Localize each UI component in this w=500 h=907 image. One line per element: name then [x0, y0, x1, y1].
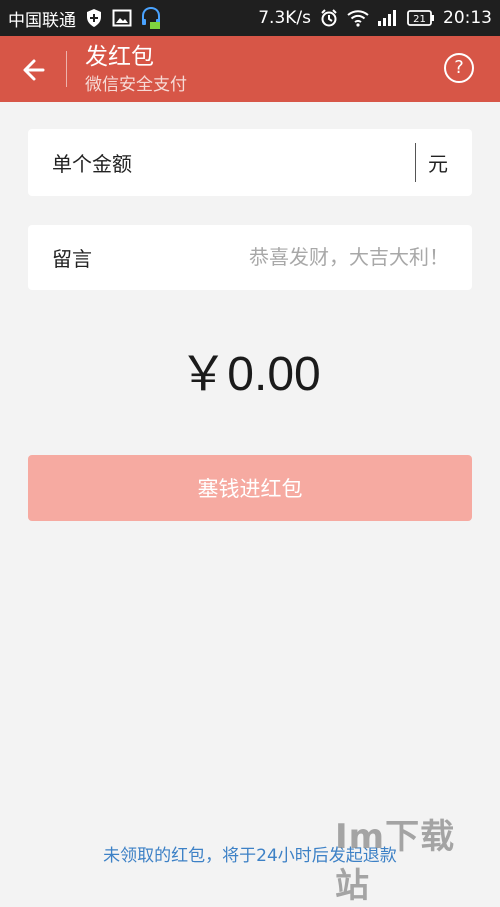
message-input[interactable] — [138, 236, 451, 278]
wifi-icon — [347, 9, 369, 27]
amount-unit-label: 元 — [428, 152, 448, 176]
amount-label: 单个金额 — [52, 152, 132, 176]
image-icon — [112, 9, 132, 27]
shield-icon — [84, 8, 104, 28]
watermark-text: Im下载站 — [335, 817, 456, 906]
submit-red-packet-button[interactable]: 塞钱进红包 — [28, 455, 472, 521]
message-label: 留言 — [52, 247, 92, 271]
headset-icon — [140, 6, 162, 30]
battery-level: 21 — [413, 14, 426, 25]
page-subtitle: 微信安全支付 — [85, 75, 187, 95]
status-left-group: 中国联通 — [8, 6, 162, 31]
network-speed: 7.3K/s — [258, 8, 311, 28]
signal-icon — [377, 9, 399, 27]
arrow-left-icon — [23, 59, 45, 81]
help-circle-icon: ? — [454, 57, 464, 78]
amount-card: 单个金额 元 — [28, 129, 472, 196]
message-card: 留言 — [28, 225, 472, 290]
battery-icon: 21 — [407, 9, 435, 27]
alarm-clock-icon — [319, 8, 339, 28]
page-title: 发红包 — [85, 44, 154, 70]
watermark-logo: Im下载站 — [335, 817, 490, 906]
total-amount-display: ￥0.00 — [179, 348, 321, 401]
amount-divider — [415, 143, 416, 182]
status-bar: 中国联通 7.3K/s 21 20:13 — [0, 0, 500, 36]
back-button[interactable] — [18, 54, 50, 86]
carrier-label: 中国联通 — [8, 10, 76, 31]
help-button[interactable]: ? — [444, 53, 474, 83]
top-app-bar: 发红包 微信安全支付 ? — [0, 36, 500, 102]
header-divider — [66, 51, 67, 87]
status-right-group: 7.3K/s 21 20:13 — [258, 8, 492, 28]
amount-input[interactable] — [168, 141, 432, 183]
clock-time: 20:13 — [443, 8, 492, 28]
